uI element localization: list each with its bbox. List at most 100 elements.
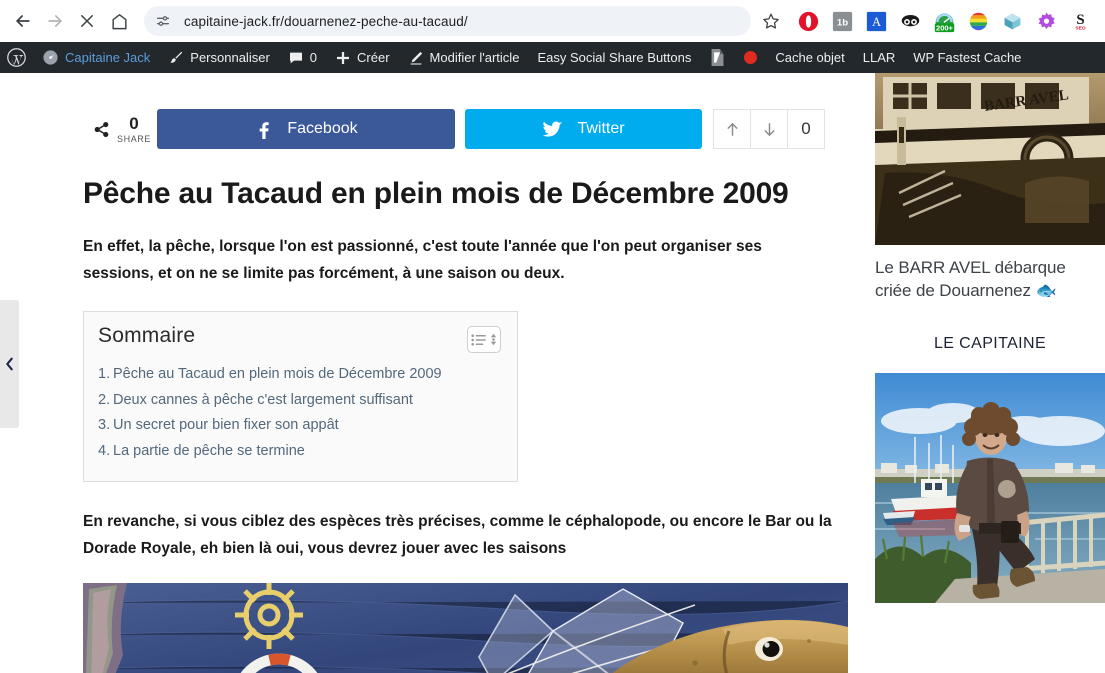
share-counter: 0 SHARE bbox=[83, 109, 157, 149]
admin-bar-item-comments[interactable]: 0 bbox=[279, 42, 326, 73]
toc-item-index: 3. bbox=[98, 417, 111, 434]
admin-bar-label-comments: 0 bbox=[309, 50, 318, 65]
arrow-down-icon bbox=[764, 122, 774, 136]
stop-button[interactable] bbox=[72, 6, 102, 36]
admin-bar-item-new-content[interactable]: Créer bbox=[326, 42, 399, 73]
browser-toolbar: capitaine-jack.fr/douarnenez-peche-au-ta… bbox=[0, 0, 1105, 42]
fish-icon: 🐟 bbox=[1035, 280, 1057, 300]
upvote-button[interactable] bbox=[713, 109, 751, 149]
opera-extension-icon[interactable] bbox=[794, 7, 822, 35]
plus-icon bbox=[337, 51, 350, 64]
twitter-share-button[interactable]: Twitter bbox=[465, 109, 702, 149]
brush-icon bbox=[170, 51, 183, 63]
home-button[interactable] bbox=[104, 6, 134, 36]
list-icon bbox=[471, 334, 486, 346]
site-info-icon[interactable] bbox=[152, 10, 174, 32]
list-item[interactable]: 2. Deux cannes à pêche c'est largement s… bbox=[98, 389, 501, 412]
admin-bar-label-essb: Easy Social Share Buttons bbox=[537, 50, 692, 65]
admin-bar-item-edit-post[interactable]: Modifier l'article bbox=[399, 42, 529, 73]
wordpress-logo-icon[interactable] bbox=[0, 42, 35, 73]
sidebar-caption-line2: criée de Douarnenez bbox=[875, 280, 1031, 300]
svg-text:A: A bbox=[872, 14, 881, 28]
admin-bar-item-seo-status[interactable] bbox=[735, 42, 766, 73]
sidebar-portrait-image[interactable] bbox=[875, 372, 1105, 603]
toc-toggle-button[interactable] bbox=[467, 326, 501, 354]
admin-bar-item-site-name[interactable]: Capitaine Jack bbox=[35, 42, 159, 73]
url-text: capitaine-jack.fr/douarnenez-peche-au-ta… bbox=[184, 13, 468, 29]
arrow-up-icon bbox=[727, 122, 737, 136]
page-content: 0 SHARE Facebook Twitter 0 Pêche au Taca… bbox=[0, 73, 1105, 673]
facebook-icon bbox=[260, 121, 270, 139]
toc-item-index: 4. bbox=[98, 442, 111, 459]
article-column: 0 SHARE Facebook Twitter 0 Pêche au Taca… bbox=[83, 73, 848, 673]
yoast-icon bbox=[711, 49, 724, 66]
sidebar: BARR AVEL Le BARR AVEL débarque criée de… bbox=[875, 73, 1105, 603]
back-button[interactable] bbox=[8, 6, 38, 36]
post-lead-paragraph: En effet, la pêche, lorsque l'on est pas… bbox=[83, 238, 762, 282]
page-title: Pêche au Tacaud en plein mois de Décembr… bbox=[83, 177, 789, 210]
sidebar-caption-line1: Le BARR AVEL débarque bbox=[875, 258, 1066, 277]
toc-list: 1. Pêche au Tacaud en plein mois de Déce… bbox=[98, 363, 501, 463]
seo-meter-extension-icon[interactable]: 200+ bbox=[930, 7, 958, 35]
post-photo-graphic bbox=[83, 583, 848, 673]
list-item[interactable]: 3. Un secret pour bien fixer son appât bbox=[98, 414, 501, 437]
toc-item-index: 1. bbox=[98, 366, 111, 383]
toc-item-index: 2. bbox=[98, 391, 111, 408]
admin-bar-label-llar: LLAR bbox=[862, 50, 896, 65]
adobe-acrobat-extension-icon[interactable]: A bbox=[862, 7, 890, 35]
facebook-share-button[interactable]: Facebook bbox=[157, 109, 455, 149]
one-block-extension-icon[interactable]: 1b bbox=[828, 7, 856, 35]
extensions-tray: 1b A 200+ S SEO bbox=[791, 7, 1097, 35]
social-share-bar: 0 SHARE Facebook Twitter 0 bbox=[83, 109, 848, 149]
admin-bar-label-object-cache: Cache objet bbox=[775, 50, 845, 65]
vote-count-value: 0 bbox=[801, 119, 811, 138]
admin-bar-item-customize[interactable]: Personnaliser bbox=[159, 42, 279, 73]
svg-text:SEO: SEO bbox=[1075, 25, 1085, 31]
toc-item-label[interactable]: La partie de pêche se termine bbox=[113, 440, 305, 463]
toc-item-label[interactable]: Pêche au Tacaud en plein mois de Décembr… bbox=[113, 363, 442, 386]
toc-item-label[interactable]: Deux cannes à pêche c'est largement suff… bbox=[113, 389, 413, 412]
svg-text:1b: 1b bbox=[836, 17, 847, 28]
panda-extension-icon[interactable] bbox=[896, 7, 924, 35]
facebook-share-label: Facebook bbox=[287, 120, 358, 137]
address-bar[interactable]: capitaine-jack.fr/douarnenez-peche-au-ta… bbox=[144, 6, 751, 36]
vote-count: 0 bbox=[787, 109, 825, 149]
table-of-contents: Sommaire 1. Pêche au Tacaud en plein moi… bbox=[83, 311, 518, 483]
left-slide-panel-toggle[interactable] bbox=[0, 300, 19, 428]
admin-bar-label-customize: Personnaliser bbox=[190, 50, 270, 65]
gear-extension-icon[interactable] bbox=[1032, 7, 1060, 35]
share-count-value: 0 bbox=[129, 113, 139, 133]
admin-bar-label-edit-post: Modifier l'article bbox=[429, 50, 520, 65]
forward-button[interactable] bbox=[40, 6, 70, 36]
toc-header: Sommaire bbox=[98, 324, 501, 354]
dashboard-icon bbox=[43, 50, 58, 65]
admin-bar-item-easy-social-share-buttons[interactable]: Easy Social Share Buttons bbox=[528, 42, 700, 73]
share-count-label: SHARE bbox=[117, 133, 152, 144]
admin-bar-item-yoast-seo[interactable] bbox=[700, 42, 735, 73]
admin-bar-item-llar[interactable]: LLAR bbox=[854, 42, 905, 73]
bookmark-star-icon[interactable] bbox=[757, 7, 785, 35]
captain-portrait-photo bbox=[875, 372, 1105, 603]
barr-avel-photo: BARR AVEL bbox=[875, 73, 1105, 245]
downvote-button[interactable] bbox=[750, 109, 788, 149]
toggle-arrow-icon bbox=[490, 333, 497, 346]
svg-text:200+: 200+ bbox=[936, 23, 954, 32]
pencil-icon bbox=[410, 51, 422, 65]
admin-bar-item-object-cache[interactable]: Cache objet bbox=[766, 42, 853, 73]
admin-bar-item-wp-fastest-cache[interactable]: WP Fastest Cache bbox=[904, 42, 1030, 73]
red-dot-icon bbox=[744, 51, 758, 64]
toc-item-label[interactable]: Un secret pour bien fixer son appât bbox=[113, 414, 339, 437]
cube-extension-icon[interactable] bbox=[998, 7, 1026, 35]
seo-s-extension-icon[interactable]: S SEO bbox=[1066, 7, 1094, 35]
admin-bar-label-wp-fastest-cache: WP Fastest Cache bbox=[913, 50, 1022, 65]
sidebar-featured-image[interactable]: BARR AVEL bbox=[875, 73, 1105, 245]
wp-admin-bar: Capitaine Jack Personnaliser 0 Créer Mod… bbox=[0, 42, 1105, 73]
list-item[interactable]: 1. Pêche au Tacaud en plein mois de Déce… bbox=[98, 363, 501, 386]
post-paragraph-2: En revanche, si vous ciblez des espèces … bbox=[83, 513, 832, 557]
color-wheel-extension-icon[interactable] bbox=[964, 7, 992, 35]
list-item[interactable]: 4. La partie de pêche se termine bbox=[98, 440, 501, 463]
admin-bar-label-new-content: Créer bbox=[357, 50, 390, 65]
share-icon bbox=[94, 121, 109, 137]
twitter-share-label: Twitter bbox=[577, 120, 625, 137]
sidebar-featured-caption[interactable]: Le BARR AVEL débarque criée de Douarnene… bbox=[875, 257, 1105, 303]
